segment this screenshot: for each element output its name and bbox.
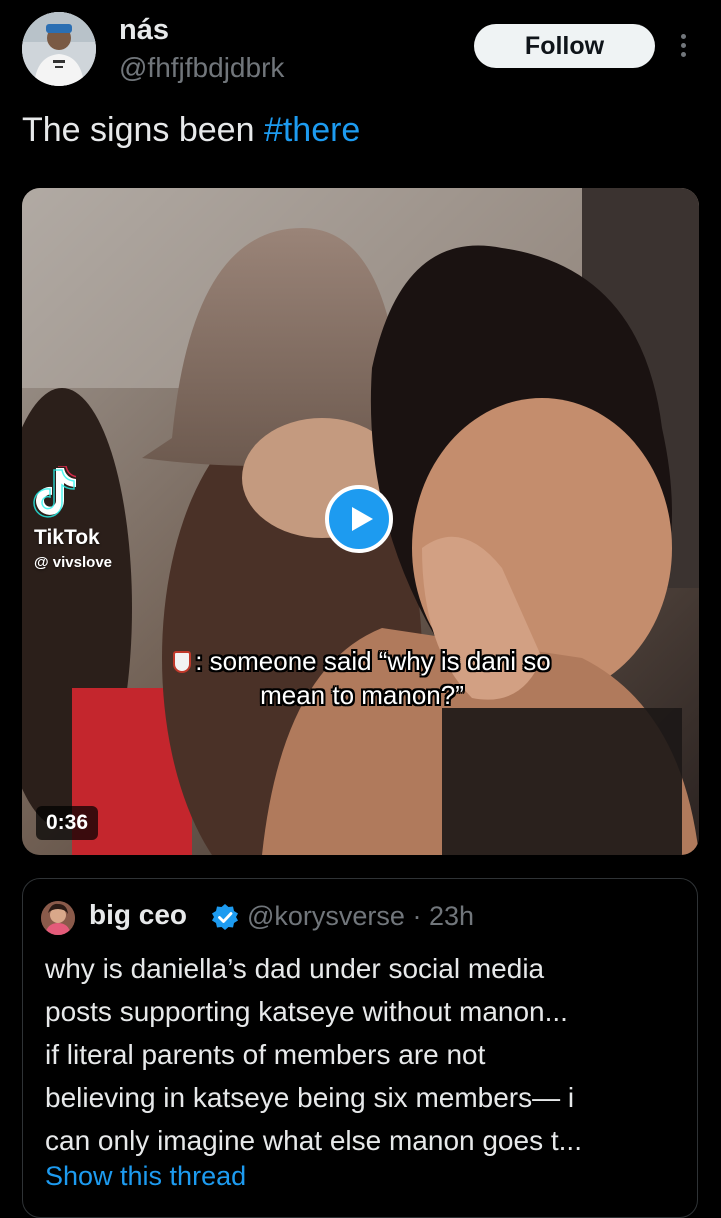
tiktok-brand-label: TikTok [34,526,100,549]
quoted-text-line: if literal parents of members are not [45,1039,486,1070]
verified-badge-icon [212,904,238,930]
video-duration: 0:36 [36,806,99,840]
post-text: The signs been #there [22,111,360,150]
tiktok-logo-icon [32,465,142,523]
quoted-text-line: can only imagine what else manon goes t.… [45,1125,582,1156]
quoted-meta: @korysverse · 23h [247,901,474,932]
caption-line-2: mean to manon?” [260,680,464,710]
post-text-body: The signs been [22,111,264,149]
quoted-author-avatar[interactable] [41,901,75,935]
quoted-display-name[interactable]: big ceo [89,899,187,931]
quoted-text: why is daniella’s dad under social media… [45,947,685,1162]
show-thread-link[interactable]: Show this thread [45,1161,246,1192]
quoted-text-line: posts supporting katseye without manon..… [45,996,568,1027]
author-avatar[interactable] [22,12,96,86]
author-handle[interactable]: @fhfjfbdjdbrk [119,52,284,84]
meta-separator: · [404,901,429,931]
play-button[interactable] [325,485,393,553]
quoted-tweet[interactable]: big ceo @korysverse · 23h why is daniell… [22,878,698,1218]
shield-emoji-icon [173,651,192,673]
tiktok-username: @ vivslove [34,554,113,571]
author-display-name[interactable]: nás [119,14,169,47]
video-media[interactable]: TikTok @ vivslove : someone said “why is… [22,188,699,855]
follow-button[interactable]: Follow [474,24,655,68]
quoted-text-line: believing in katseye being six members— … [45,1082,575,1113]
video-caption: : someone said “why is dani so mean to m… [82,644,642,712]
quoted-handle[interactable]: @korysverse [247,901,405,931]
hashtag-link[interactable]: #there [264,111,360,149]
avatar-image [22,12,96,86]
quoted-timestamp[interactable]: 23h [429,901,474,931]
quoted-text-line: why is daniella’s dad under social media [45,953,545,984]
caption-line-1: : someone said “why is dani so [195,646,551,676]
play-icon [352,507,373,531]
more-vertical-icon[interactable] [676,30,690,64]
